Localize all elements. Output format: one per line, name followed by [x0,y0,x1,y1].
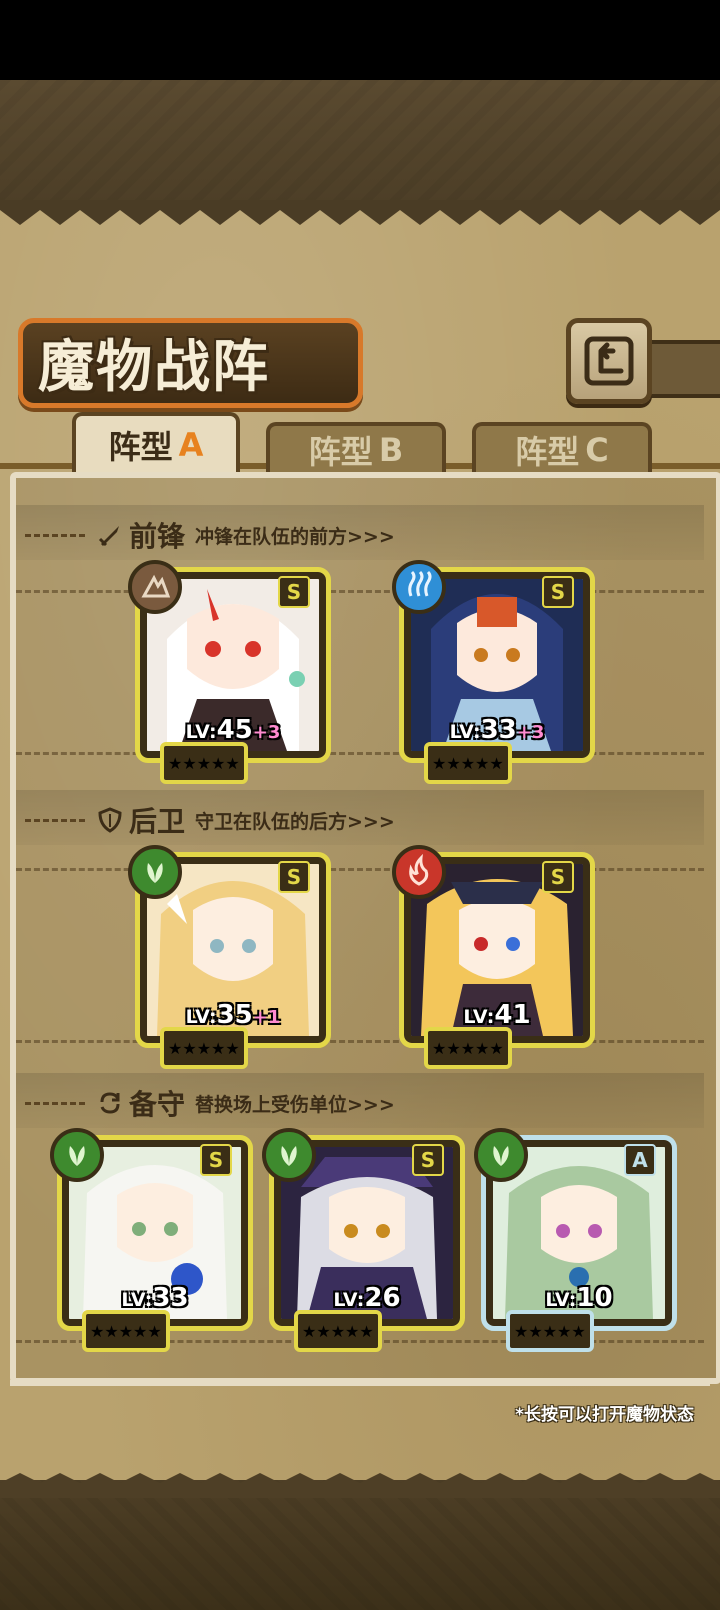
unit-level: LV:41 [411,1000,583,1030]
section-header-rear: 后卫 守卫在队伍的后方>>> [25,800,395,840]
level-bonus: +1 [252,1007,281,1028]
tab-formation-b[interactable]: 阵型 B [266,422,446,474]
tab-label: 阵型 [515,433,580,471]
star-rating: ★★★★★ [424,742,512,784]
wood-element-icon [474,1128,528,1182]
torn-edge-top [0,200,720,225]
rank-badge: S [278,576,310,608]
tab-label: 阵型 [308,433,373,471]
tab-formation-c[interactable]: 阵型 C [472,422,652,474]
level-value: 45 [216,715,253,745]
level-tag: LV: [185,721,217,743]
back-button[interactable] [566,318,652,404]
torn-edge-bottom [0,1473,720,1498]
star-rating: ★★★★★ [160,1027,248,1069]
unit-level: LV:33+3 [411,715,583,745]
wood-element-icon [128,845,182,899]
section-desc: 冲锋在队伍的前方>>> [195,525,395,548]
status-bar [0,0,720,80]
level-tag: LV: [333,1289,365,1311]
star-rating: ★★★★★ [160,742,248,784]
level-tag: LV: [463,1006,495,1028]
back-arrow-icon [584,336,634,386]
sword-icon [98,526,119,547]
level-tag: LV: [185,1006,217,1028]
tab-letter: C [585,431,609,469]
page-title: 魔物战阵 [38,334,270,400]
star-rating: ★★★★★ [506,1310,594,1352]
star-rating: ★★★★★ [424,1027,512,1069]
level-tag: LV: [449,721,481,743]
level-value: 35 [216,1000,253,1030]
shield-icon [98,807,122,833]
rank-badge: S [542,861,574,893]
water-element-icon [392,560,446,614]
unit-level: LV:45+3 [147,715,319,745]
level-tag: LV: [545,1289,577,1311]
section-title: 前锋 [129,520,186,553]
rank-badge: S [412,1144,444,1176]
level-bonus: +3 [516,722,545,743]
tab-label: 阵型 [108,428,173,466]
bottom-map-band [0,1480,720,1610]
section-title: 备守 [129,1088,186,1121]
level-value: 33 [480,715,517,745]
section-title: 后卫 [129,805,186,838]
level-value: 33 [152,1283,189,1313]
rank-badge: A [624,1144,656,1176]
level-bonus: +3 [252,722,281,743]
unit-level: LV:10 [493,1283,665,1313]
star-rating: ★★★★★ [294,1310,382,1352]
row-guide [16,590,704,593]
rank-badge: S [278,861,310,893]
tab-formation-a[interactable]: 阵型 A [72,412,240,474]
section-header-front: 前锋 冲锋在队伍的前方>>> [25,515,395,555]
section-header-reserve: 备守 替换场上受伤单位>>> [25,1083,395,1123]
unit-level: LV:26 [281,1283,453,1313]
row-guide [16,1040,704,1043]
unit-level: LV:35+1 [147,1000,319,1030]
section-desc: 守卫在队伍的后方>>> [195,810,395,833]
level-value: 41 [494,1000,531,1030]
rank-badge: S [200,1144,232,1176]
level-value: 10 [576,1283,613,1313]
frame-bottom-rail [10,1380,710,1386]
unit-level: LV:33 [69,1283,241,1313]
tab-letter: B [378,431,404,469]
row-guide [16,752,704,755]
wood-element-icon [262,1128,316,1182]
star-rating: ★★★★★ [82,1310,170,1352]
rank-badge: S [542,576,574,608]
swap-icon [100,1092,120,1114]
back-button-rail [640,340,720,398]
earth-element-icon [128,560,182,614]
long-press-hint: *长按可以打开魔物状态 [515,1405,694,1425]
wood-element-icon [50,1128,104,1182]
level-value: 26 [364,1283,401,1313]
tab-letter: A [178,426,204,464]
fire-element-icon [392,845,446,899]
section-desc: 替换场上受伤单位>>> [195,1093,395,1116]
row-guide [16,868,704,871]
level-tag: LV: [121,1289,153,1311]
